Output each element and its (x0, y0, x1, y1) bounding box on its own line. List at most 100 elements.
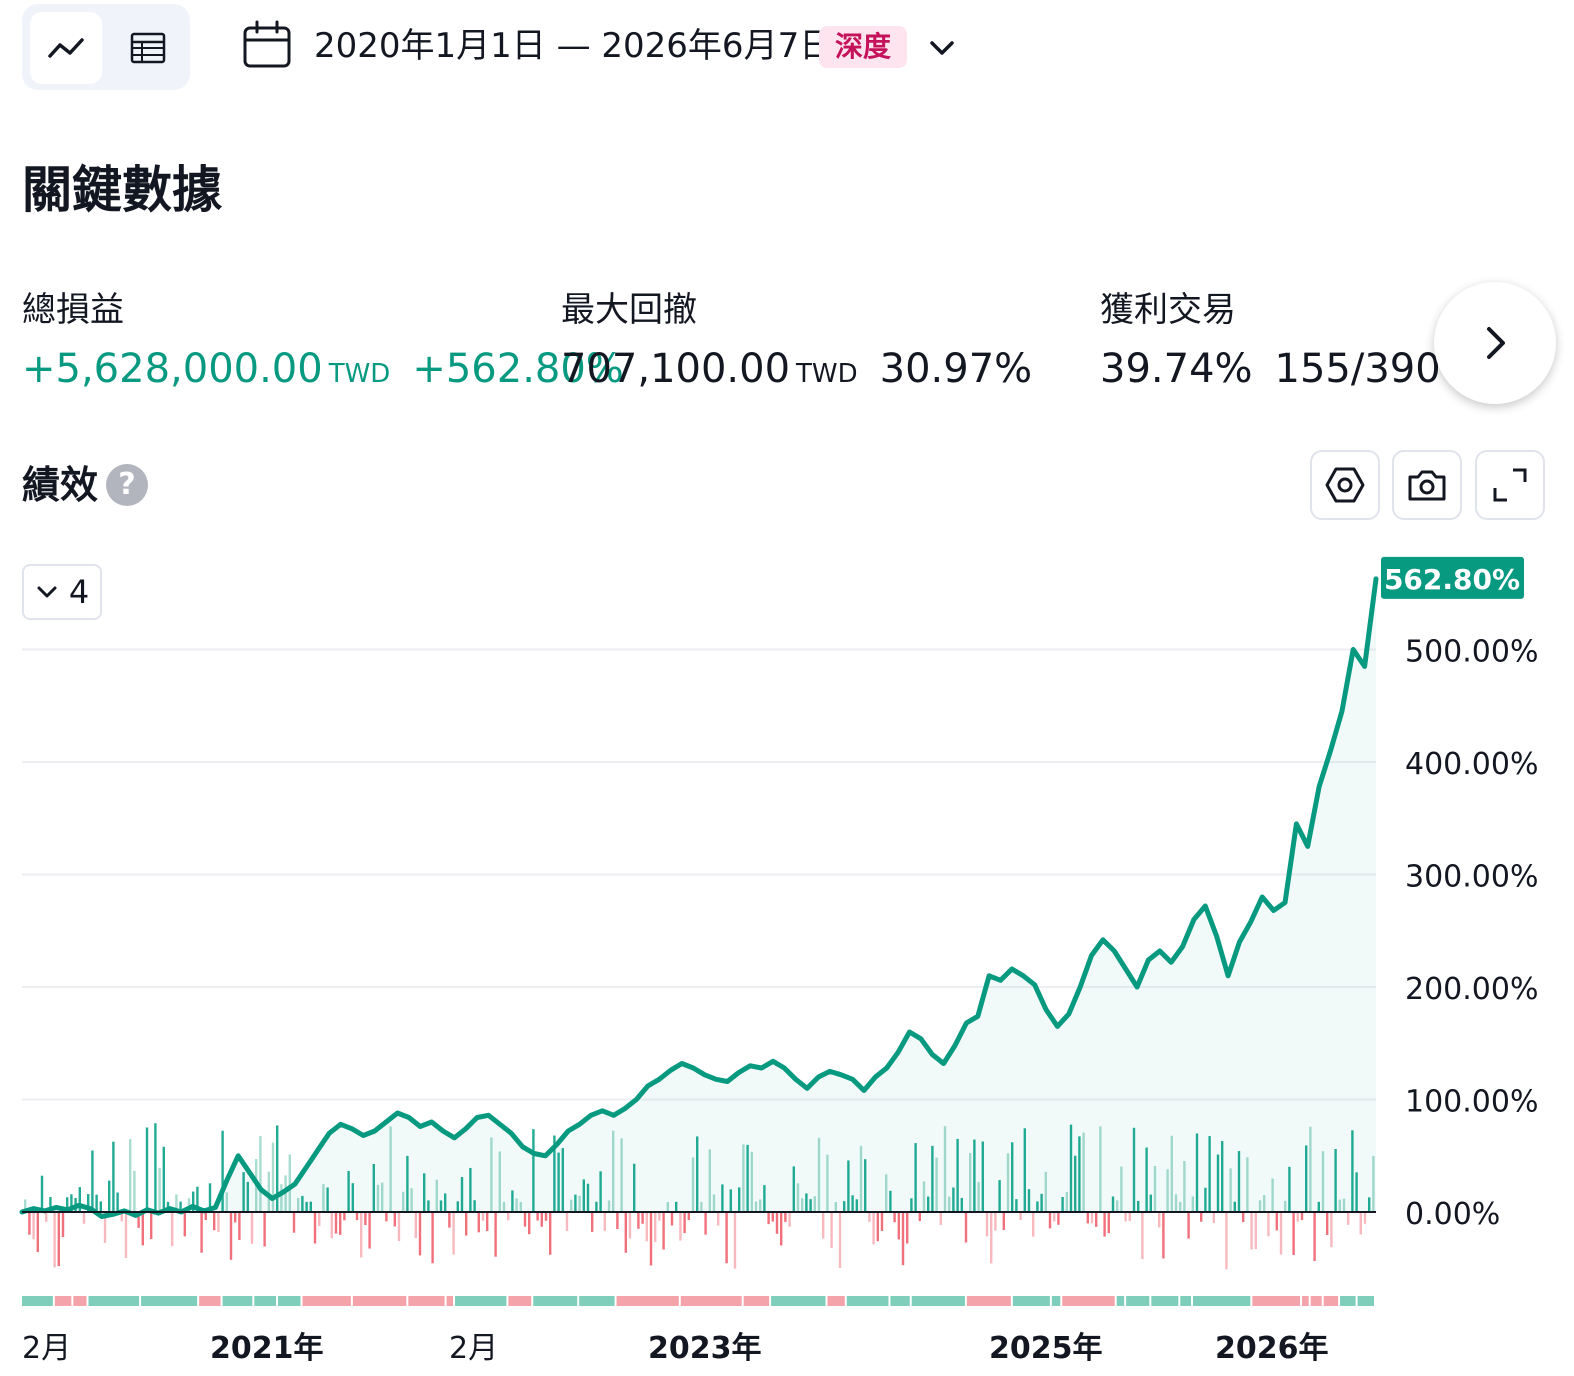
trade-bar (171, 1212, 174, 1247)
trade-bar (45, 1212, 48, 1222)
calendar-icon[interactable] (242, 20, 292, 70)
trade-bar (1107, 1212, 1110, 1234)
trade-bar (733, 1212, 737, 1269)
trade-bar (507, 1212, 510, 1221)
trade-bar (1053, 1212, 1056, 1222)
trade-bar (339, 1212, 342, 1235)
trade-strip-segment (455, 1296, 507, 1306)
trade-bar (1090, 1212, 1094, 1224)
trade-bar (32, 1212, 35, 1240)
max-drawdown-values: 707,100.00 TWD 30.97% (561, 342, 1032, 401)
trade-bar (1057, 1212, 1060, 1225)
trade-bar (1124, 1212, 1127, 1222)
trade-strip-segment (408, 1296, 445, 1306)
trade-bar (36, 1212, 39, 1253)
trade-bar (250, 1212, 254, 1244)
expand-icon (1493, 468, 1527, 502)
trade-strip-segment (1151, 1296, 1179, 1306)
trade-strip-segment (1116, 1296, 1125, 1306)
screenshot-button[interactable] (1392, 450, 1462, 520)
chevron-down-icon[interactable] (926, 32, 958, 64)
trade-bar (108, 1180, 111, 1212)
x-tick-label: 2025年 (989, 1331, 1103, 1366)
chart-view-button[interactable] (30, 12, 102, 84)
trade-bar (536, 1212, 539, 1221)
y-tick-label: 100.00% (1405, 1085, 1538, 1120)
trade-bar (1313, 1212, 1316, 1261)
trade-bar (670, 1212, 674, 1226)
trade-strip-segment (616, 1296, 679, 1306)
trade-bar (1128, 1212, 1131, 1222)
profitable-trades-count: 155/390 (1274, 346, 1441, 392)
max-drawdown-percent: 30.97% (879, 346, 1033, 392)
trade-strip-segment (1252, 1296, 1300, 1306)
trade-bar (1267, 1212, 1270, 1237)
trade-strip-segment (1012, 1296, 1050, 1306)
chart-settings-button[interactable] (1310, 450, 1380, 520)
trade-bar (431, 1212, 434, 1264)
trade-strip-segment (446, 1296, 454, 1306)
trade-strip-segment (680, 1296, 742, 1306)
trade-bar (364, 1212, 367, 1226)
x-tick-label: 2026年 (1215, 1331, 1329, 1366)
trade-bar (788, 1212, 791, 1227)
trade-bar (334, 1212, 338, 1234)
fullscreen-button[interactable] (1475, 450, 1545, 520)
trade-strip-segment (1051, 1296, 1061, 1306)
trade-bar (893, 1212, 896, 1223)
table-view-button[interactable] (112, 12, 184, 84)
equity-area (22, 578, 1376, 1217)
trade-bar (918, 1212, 921, 1222)
trade-strip-segment (199, 1296, 221, 1306)
trade-bar (1275, 1212, 1278, 1231)
deep-backtest-badge: 深度 (819, 26, 908, 68)
trade-bar (964, 1212, 968, 1243)
trade-bar (939, 1212, 942, 1225)
total-pnl-value: +5,628,000.00 (22, 346, 323, 392)
max-drawdown-value: 707,100.00 (561, 346, 791, 392)
trade-bar (28, 1212, 31, 1235)
y-tick-label: 300.00% (1405, 860, 1538, 895)
trade-strip-segment (1301, 1296, 1309, 1306)
view-toggle (22, 4, 190, 90)
trade-bar (141, 1212, 144, 1246)
trade-bar (830, 1212, 833, 1249)
trade-bar (385, 1212, 388, 1222)
y-tick-label: 200.00% (1405, 972, 1538, 1007)
trade-bar (1158, 1212, 1161, 1228)
trade-bar (838, 1212, 842, 1268)
x-tick-label: 2023年 (648, 1331, 762, 1366)
trade-strip-segment (1180, 1296, 1192, 1306)
trade-bar (1187, 1212, 1190, 1239)
line-chart-icon (48, 38, 84, 58)
trade-bar (1300, 1212, 1304, 1221)
trade-bar (158, 1167, 161, 1212)
trade-strip-segment (743, 1296, 770, 1306)
trade-bar (263, 1212, 266, 1247)
next-metrics-button[interactable] (1434, 282, 1556, 404)
help-icon[interactable]: ? (106, 464, 148, 506)
performance-chart[interactable]: 0.00% 100.00% 200.00% 300.00% 400.00% 500.00%… (0, 540, 1574, 1376)
trade-bar (1330, 1212, 1333, 1248)
trade-bar (1359, 1212, 1362, 1235)
trade-strip-segment (1193, 1296, 1251, 1306)
trade-strip-segment (254, 1296, 277, 1306)
trade-bar (124, 1212, 128, 1258)
last-value-label: 562.80% (1384, 563, 1520, 596)
trade-bar (704, 1212, 707, 1235)
trade-bar (494, 1212, 497, 1257)
y-tick-label: 400.00% (1405, 747, 1538, 782)
trade-bar (91, 1150, 94, 1212)
max-drawdown-currency: TWD (796, 359, 858, 389)
trade-bar (1019, 1212, 1022, 1221)
date-range[interactable]: 2020年1月1日 — 2026年6月7日 (314, 22, 833, 70)
key-metrics-title: 關鍵數據 (22, 161, 222, 219)
y-tick-label: 500.00% (1405, 635, 1538, 670)
total-pnl-values: +5,628,000.00 TWD +562.80% (22, 342, 624, 401)
trade-bar (1279, 1212, 1283, 1255)
chevron-right-icon (1487, 327, 1505, 359)
trade-bar (465, 1212, 468, 1236)
trade-bar (1326, 1212, 1329, 1235)
trade-bar (1200, 1212, 1203, 1222)
trade-bar (679, 1212, 682, 1241)
